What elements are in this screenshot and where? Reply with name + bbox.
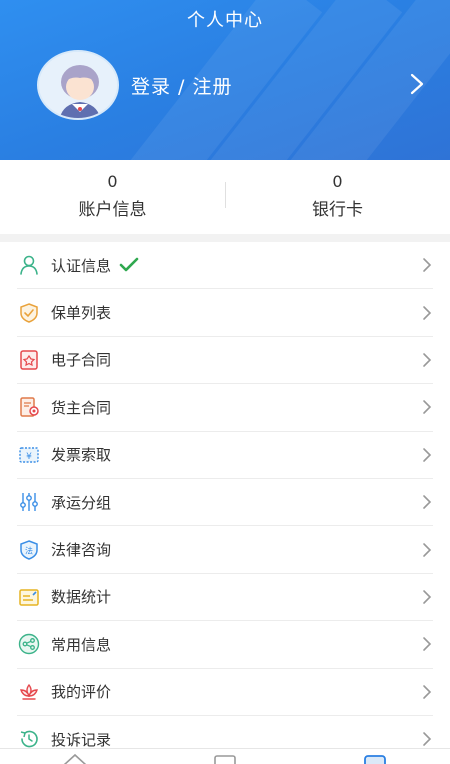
menu-item-label: 电子合同 [51, 351, 112, 370]
menu-item-carrier-group[interactable]: 承运分组 [17, 479, 433, 527]
chevron-right-icon [423, 637, 432, 652]
home-tab-icon[interactable] [62, 753, 88, 764]
chevron-right-icon [423, 447, 432, 462]
menu-item-policy-list[interactable]: 保单列表 [17, 289, 433, 337]
menu-item-data-statistics[interactable]: 数据统计 [17, 574, 433, 622]
stat-bank-card[interactable]: 0 银行卡 [225, 160, 450, 234]
avatar-icon [39, 52, 117, 118]
chevron-right-icon [423, 684, 432, 699]
login-register-link[interactable]: 登录 / 注册 [131, 72, 232, 99]
chevron-right-icon [423, 732, 432, 746]
chevron-right-icon [423, 353, 432, 367]
avatar[interactable] [37, 50, 119, 120]
svg-text:法: 法 [25, 545, 33, 555]
contract-icon [17, 348, 41, 372]
menu-item-legal-consultation[interactable]: 法 法律咨询 [17, 526, 433, 574]
profile-tab-icon[interactable] [362, 753, 388, 764]
stat-account-info[interactable]: 0 账户信息 [0, 160, 225, 234]
page-title: 个人中心 [187, 10, 263, 31]
document-icon [17, 395, 41, 419]
menu-item-label: 保单列表 [51, 304, 112, 323]
account-stats: 0 账户信息 0 银行卡 [0, 160, 450, 234]
share-icon [17, 632, 41, 656]
shield-check-icon [17, 301, 41, 325]
stat-label: 账户信息 [78, 200, 147, 220]
menu-list: 认证信息 保单列表 电子合同 货主合同 ¥ 发票索取 承运分组 法 法律咨询 数… [0, 242, 450, 764]
invoice-icon: ¥ [17, 443, 41, 467]
stat-value: 0 [107, 172, 118, 191]
profile-header: 个人中心 登录 / 注册 [0, 0, 450, 160]
menu-item-verification[interactable]: 认证信息 [17, 242, 433, 290]
menu-item-label: 承运分组 [51, 493, 112, 512]
chevron-right-icon [423, 258, 432, 272]
lotus-icon [17, 680, 41, 704]
menu-item-shipper-contract[interactable]: 货主合同 [17, 384, 433, 432]
stat-label: 银行卡 [312, 200, 363, 220]
menu-item-label: 常用信息 [51, 635, 112, 654]
menu-item-my-reviews[interactable]: 我的评价 [17, 669, 433, 716]
chevron-right-icon[interactable] [405, 72, 429, 96]
menu-item-e-contract[interactable]: 电子合同 [17, 337, 433, 385]
menu-item-label: 认证信息 [51, 256, 112, 275]
menu-item-label: 我的评价 [51, 683, 112, 702]
menu-item-common-info[interactable]: 常用信息 [17, 621, 433, 669]
login-row[interactable]: 登录 / 注册 [0, 46, 450, 124]
person-icon [17, 253, 41, 277]
check-icon [119, 257, 139, 272]
svg-text:¥: ¥ [26, 452, 32, 462]
chevron-right-icon [423, 400, 432, 415]
stat-value: 0 [332, 172, 343, 191]
orders-tab-icon[interactable] [212, 753, 238, 764]
chevron-right-icon [423, 305, 432, 320]
law-shield-icon: 法 [17, 538, 41, 562]
chevron-right-icon [423, 542, 432, 557]
chart-card-icon [17, 585, 41, 609]
sliders-icon [17, 490, 41, 514]
menu-item-label: 发票索取 [51, 446, 112, 465]
menu-item-label: 投诉记录 [51, 730, 112, 749]
menu-item-label: 法律咨询 [51, 541, 112, 560]
menu-item-invoice-request[interactable]: ¥ 发票索取 [17, 432, 433, 479]
menu-item-label: 货主合同 [51, 398, 112, 417]
menu-item-label: 数据统计 [51, 588, 112, 607]
bottom-tab-bar [0, 748, 450, 764]
chevron-right-icon [423, 590, 432, 604]
chevron-right-icon [423, 495, 432, 509]
